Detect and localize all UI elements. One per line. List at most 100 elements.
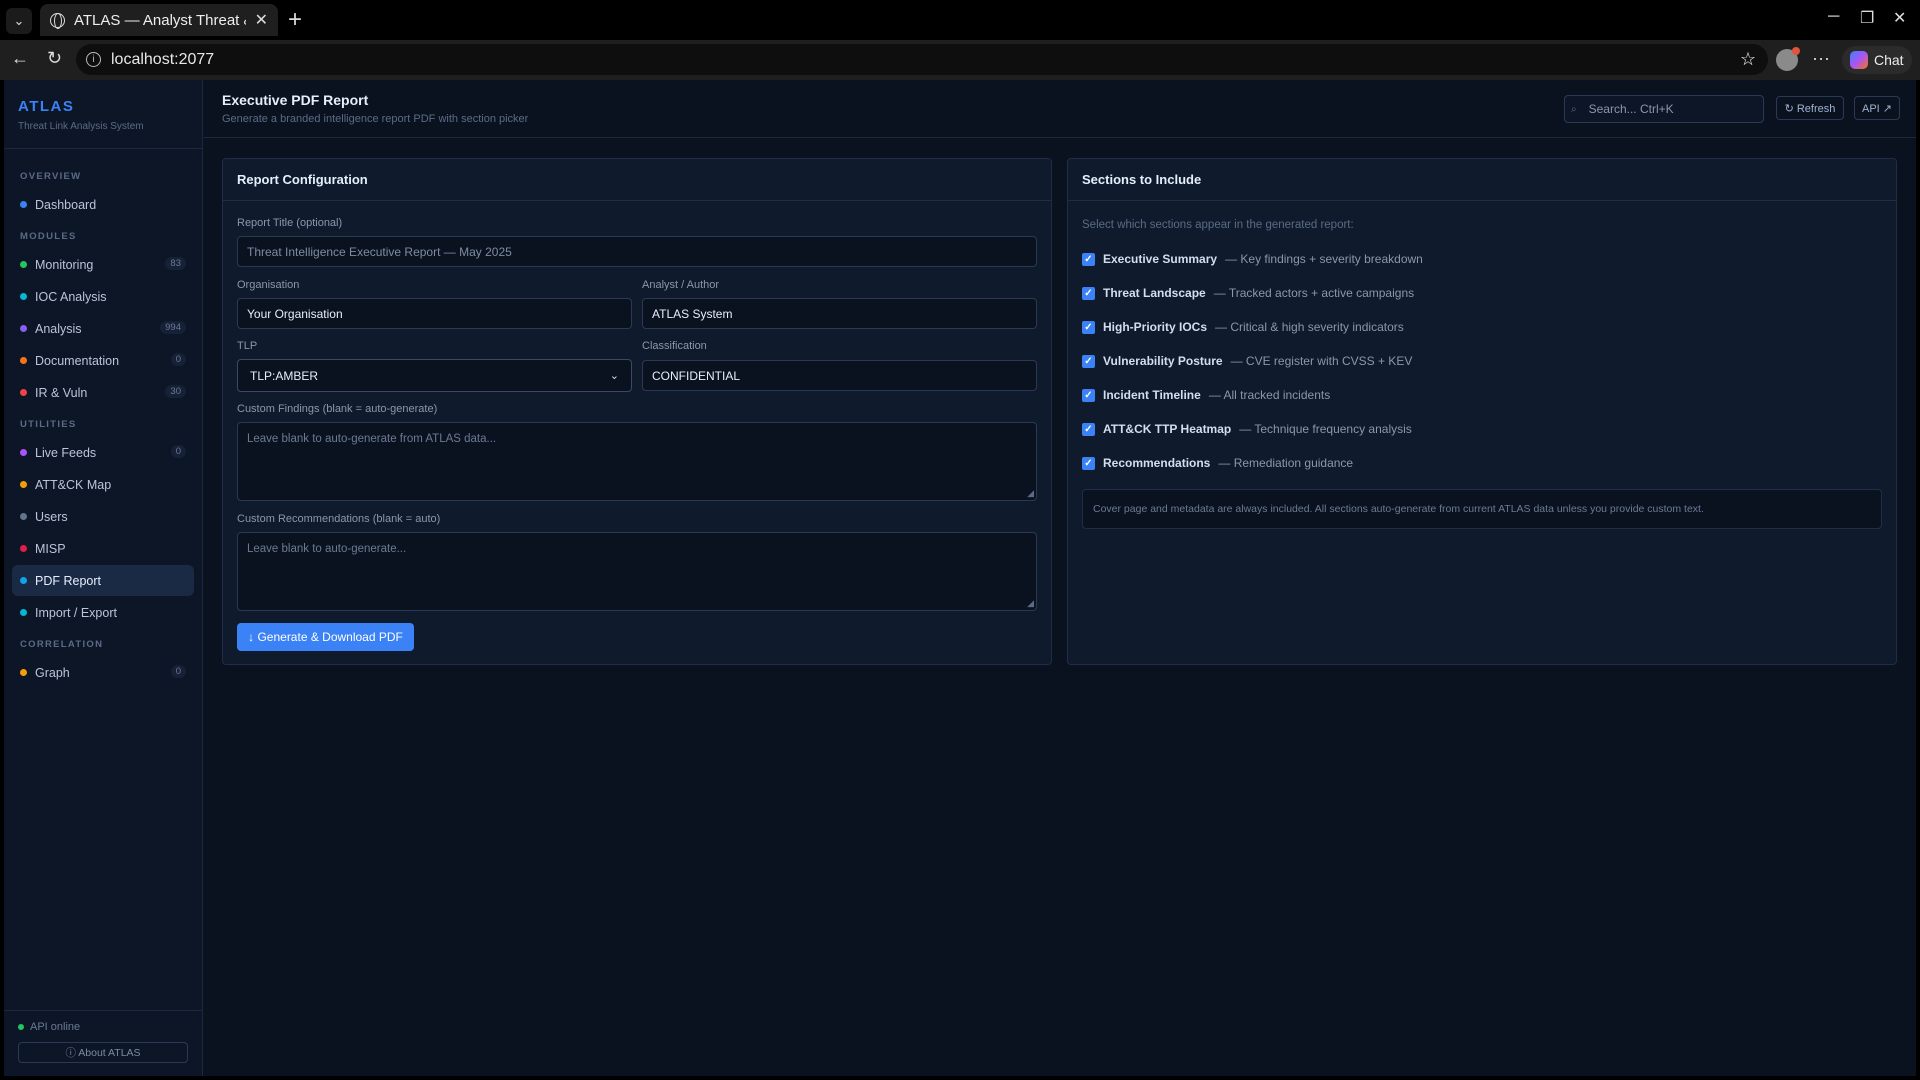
nav-dot-icon bbox=[20, 545, 27, 552]
report-title-input[interactable]: Threat Intelligence Executive Report — M… bbox=[237, 236, 1037, 267]
tlp-select[interactable]: TLP:AMBER ⌄ bbox=[237, 359, 632, 392]
checkbox-checked-icon[interactable]: ✓ bbox=[1082, 456, 1095, 470]
window-close-icon[interactable]: ✕ bbox=[1893, 8, 1906, 28]
page-subtitle: Generate a branded intelligence report P… bbox=[222, 113, 529, 125]
browser-tab[interactable]: ATLAS — Analyst Threat & I ✕ bbox=[40, 4, 278, 36]
more-menu-icon[interactable]: ⋯ bbox=[1812, 49, 1830, 70]
sidebar-item-attack-map[interactable]: ATT&CK Map bbox=[12, 469, 194, 500]
section-description: — CVE register with CVSS + KEV bbox=[1230, 354, 1413, 368]
main-content: Executive PDF Report Generate a branded … bbox=[204, 80, 1916, 1076]
tab-list-chevron-icon[interactable]: ⌄ bbox=[6, 8, 32, 34]
findings-textarea[interactable]: Leave blank to auto-generate from ATLAS … bbox=[237, 422, 1037, 501]
section-description: — Remediation guidance bbox=[1218, 456, 1354, 470]
api-link-button[interactable]: API ↗ bbox=[1854, 96, 1900, 120]
report-title-label: Report Title (optional) bbox=[237, 217, 343, 229]
sidebar-item-monitoring[interactable]: Monitoring 83 bbox=[12, 249, 194, 280]
recommendations-label: Custom Recommendations (blank = auto) bbox=[237, 513, 441, 525]
checkbox-checked-icon[interactable]: ✓ bbox=[1082, 252, 1095, 266]
address-bar[interactable]: i localhost:2077 ☆ bbox=[76, 44, 1768, 75]
organisation-input[interactable]: Your Organisation bbox=[237, 298, 632, 329]
section-name: Executive Summary bbox=[1103, 252, 1218, 266]
sidebar-item-documentation[interactable]: Documentation 0 bbox=[12, 345, 194, 376]
chat-button[interactable]: Chat bbox=[1842, 46, 1912, 74]
count-badge: 0 bbox=[170, 665, 186, 678]
section-name: High-Priority IOCs bbox=[1103, 320, 1208, 334]
sidebar-item-label: PDF Report bbox=[35, 573, 101, 588]
sidebar-item-label: Import / Export bbox=[35, 605, 117, 620]
globe-icon bbox=[50, 12, 65, 29]
profile-avatar[interactable] bbox=[1776, 47, 1800, 71]
section-option-high-priority-iocs[interactable]: ✓ High-Priority IOCs — Critical & high s… bbox=[1082, 318, 1404, 336]
checkbox-checked-icon[interactable]: ✓ bbox=[1082, 354, 1095, 368]
nav-dot-icon bbox=[20, 577, 27, 584]
author-input[interactable]: ATLAS System bbox=[642, 298, 1037, 329]
sidebar-item-label: IR & Vuln bbox=[35, 385, 88, 400]
sidebar-item-label: Documentation bbox=[35, 353, 120, 368]
nav-section-modules: MODULES bbox=[20, 231, 77, 242]
sidebar-footer: API online ⓘ About ATLAS bbox=[4, 1010, 203, 1076]
section-option-vulnerability-posture[interactable]: ✓ Vulnerability Posture — CVE register w… bbox=[1082, 352, 1412, 370]
sidebar-item-graph[interactable]: Graph 0 bbox=[12, 657, 194, 688]
checkbox-checked-icon[interactable]: ✓ bbox=[1082, 388, 1095, 402]
nav-dot-icon bbox=[20, 261, 27, 268]
section-option-incident-timeline[interactable]: ✓ Incident Timeline — All tracked incide… bbox=[1082, 386, 1330, 404]
sidebar-item-users[interactable]: Users bbox=[12, 501, 194, 532]
resize-grip-icon[interactable]: ◢ bbox=[1027, 598, 1034, 609]
sidebar-item-label: Monitoring bbox=[35, 257, 94, 272]
resize-grip-icon[interactable]: ◢ bbox=[1027, 488, 1034, 499]
sections-note: Cover page and metadata are always inclu… bbox=[1082, 489, 1882, 529]
sidebar-item-live-feeds[interactable]: Live Feeds 0 bbox=[12, 437, 194, 468]
site-info-icon[interactable]: i bbox=[86, 52, 101, 67]
section-option-threat-landscape[interactable]: ✓ Threat Landscape — Tracked actors + ac… bbox=[1082, 284, 1414, 302]
nav-dot-icon bbox=[20, 609, 27, 616]
nav-section-overview: OVERVIEW bbox=[20, 171, 82, 182]
section-option-recommendations[interactable]: ✓ Recommendations — Remediation guidance bbox=[1082, 454, 1353, 472]
checkbox-checked-icon[interactable]: ✓ bbox=[1082, 422, 1095, 436]
checkbox-checked-icon[interactable]: ✓ bbox=[1082, 320, 1095, 334]
sidebar-item-analysis[interactable]: Analysis 994 bbox=[12, 313, 194, 344]
api-status: API online bbox=[18, 1021, 189, 1033]
section-description: — Technique frequency analysis bbox=[1239, 422, 1412, 436]
sidebar-item-misp[interactable]: MISP bbox=[12, 533, 194, 564]
nav-dot-icon bbox=[20, 201, 27, 208]
reload-icon[interactable]: ↻ bbox=[47, 48, 62, 69]
sidebar-item-ir-vuln[interactable]: IR & Vuln 30 bbox=[12, 377, 194, 408]
search-input[interactable]: ⌕ Search... Ctrl+K bbox=[1564, 95, 1764, 123]
sidebar: ATLAS Threat Link Analysis System OVERVI… bbox=[4, 80, 203, 1076]
count-badge: 994 bbox=[160, 321, 186, 334]
back-icon[interactable]: ← bbox=[11, 48, 29, 69]
recommendations-textarea[interactable]: Leave blank to auto-generate... ◢ bbox=[237, 532, 1037, 611]
tab-close-icon[interactable]: ✕ bbox=[255, 10, 268, 30]
sections-card: Sections to Include Select which section… bbox=[1067, 158, 1897, 665]
generate-pdf-button[interactable]: ↓ Generate & Download PDF bbox=[237, 623, 414, 651]
count-badge: 0 bbox=[170, 353, 186, 366]
brand: ATLAS Threat Link Analysis System bbox=[4, 80, 202, 149]
sidebar-item-ioc-analysis[interactable]: IOC Analysis bbox=[12, 281, 194, 312]
findings-label: Custom Findings (blank = auto-generate) bbox=[237, 403, 438, 415]
sidebar-item-label: Users bbox=[35, 509, 68, 524]
classification-input[interactable]: CONFIDENTIAL bbox=[642, 360, 1037, 391]
nav-section-correlation: CORRELATION bbox=[20, 639, 104, 650]
sidebar-item-label: Dashboard bbox=[35, 197, 97, 212]
about-button[interactable]: ⓘ About ATLAS bbox=[18, 1042, 188, 1063]
brand-name: ATLAS bbox=[18, 98, 75, 115]
refresh-button[interactable]: ↻ Refresh bbox=[1776, 96, 1844, 120]
count-badge: 0 bbox=[170, 445, 186, 458]
sidebar-item-import-export[interactable]: Import / Export bbox=[12, 597, 194, 628]
new-tab-icon[interactable]: + bbox=[288, 6, 302, 34]
page-header: Executive PDF Report Generate a branded … bbox=[204, 80, 1916, 138]
sidebar-item-dashboard[interactable]: Dashboard bbox=[12, 189, 194, 220]
nav-dot-icon bbox=[20, 513, 27, 520]
section-option-executive-summary[interactable]: ✓ Executive Summary — Key findings + sev… bbox=[1082, 250, 1423, 268]
api-status-text: API online bbox=[30, 1021, 81, 1033]
minimize-icon[interactable]: ─ bbox=[1828, 8, 1839, 26]
nav-dot-icon bbox=[20, 357, 27, 364]
sidebar-item-pdf-report[interactable]: PDF Report bbox=[12, 565, 194, 596]
favorites-icon[interactable]: ☆ bbox=[1740, 49, 1756, 70]
tab-title: ATLAS — Analyst Threat & I bbox=[74, 11, 246, 29]
checkbox-checked-icon[interactable]: ✓ bbox=[1082, 286, 1095, 300]
organisation-label: Organisation bbox=[237, 279, 300, 291]
section-option-attack-ttp-heatmap[interactable]: ✓ ATT&CK TTP Heatmap — Technique frequen… bbox=[1082, 420, 1412, 438]
restore-icon[interactable]: ❐ bbox=[1860, 8, 1874, 28]
card-title: Report Configuration bbox=[223, 159, 1051, 201]
